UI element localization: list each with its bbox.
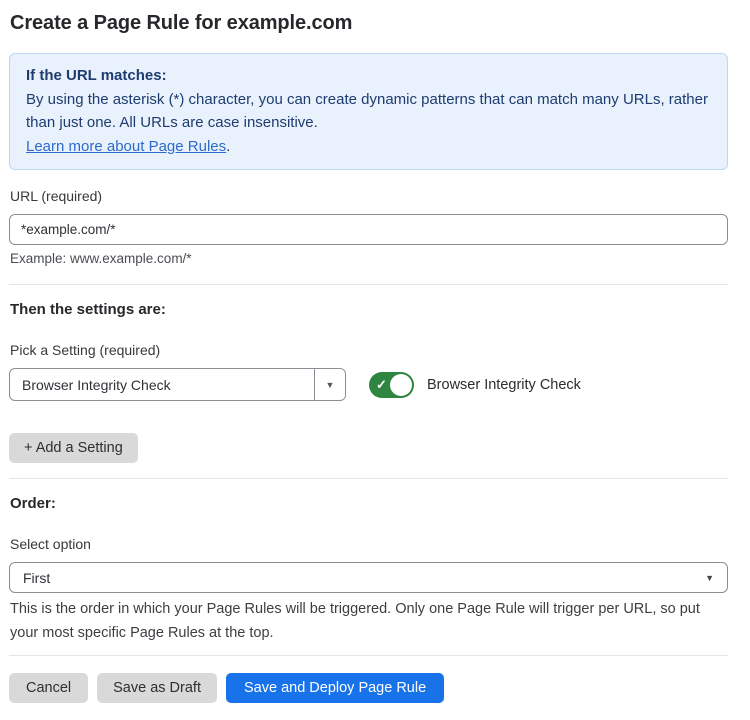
toggle-label: Browser Integrity Check (427, 377, 581, 393)
url-matches-info-box: If the URL matches: By using the asteris… (9, 53, 728, 170)
setting-select[interactable]: Browser Integrity Check ▼ (9, 368, 346, 401)
info-box-heading: If the URL matches: (26, 64, 711, 88)
setting-select-value: Browser Integrity Check (10, 369, 314, 400)
settings-section-heading: Then the settings are: (10, 301, 728, 318)
dropdown-arrow-icon: ▼ (326, 380, 335, 390)
order-select-label: Select option (10, 536, 728, 552)
setting-select-arrow-button[interactable]: ▼ (314, 369, 345, 400)
url-input[interactable] (9, 214, 728, 245)
browser-integrity-check-toggle[interactable]: ✓ (369, 372, 414, 398)
order-helper-text: This is the order in which your Page Rul… (10, 597, 728, 645)
order-select-value: First (23, 570, 50, 586)
page-title: Create a Page Rule for example.com (10, 12, 728, 35)
save-and-deploy-button[interactable]: Save and Deploy Page Rule (226, 673, 444, 703)
order-select[interactable]: First ▼ (9, 562, 728, 593)
url-example-helper: Example: www.example.com/* (10, 251, 728, 266)
divider (9, 478, 728, 479)
divider (9, 655, 728, 656)
check-icon: ✓ (376, 378, 387, 391)
form-actions: Cancel Save as Draft Save and Deploy Pag… (9, 673, 728, 703)
toggle-knob (390, 374, 412, 396)
order-section-heading: Order: (10, 495, 728, 512)
learn-more-link[interactable]: Learn more about Page Rules (26, 138, 226, 155)
url-field-label: URL (required) (10, 188, 728, 204)
dropdown-arrow-icon: ▼ (705, 573, 714, 583)
add-setting-button[interactable]: + Add a Setting (9, 433, 138, 463)
setting-picker-label: Pick a Setting (required) (10, 342, 728, 358)
info-box-link-line: Learn more about Page Rules. (26, 135, 711, 159)
divider (9, 284, 728, 285)
link-suffix: . (226, 138, 230, 155)
page-rule-form: Create a Page Rule for example.com If th… (0, 0, 750, 703)
save-as-draft-button[interactable]: Save as Draft (97, 673, 217, 703)
cancel-button[interactable]: Cancel (9, 673, 88, 703)
info-box-body: By using the asterisk (*) character, you… (26, 88, 711, 135)
setting-row: Browser Integrity Check ▼ ✓ Browser Inte… (9, 368, 728, 401)
